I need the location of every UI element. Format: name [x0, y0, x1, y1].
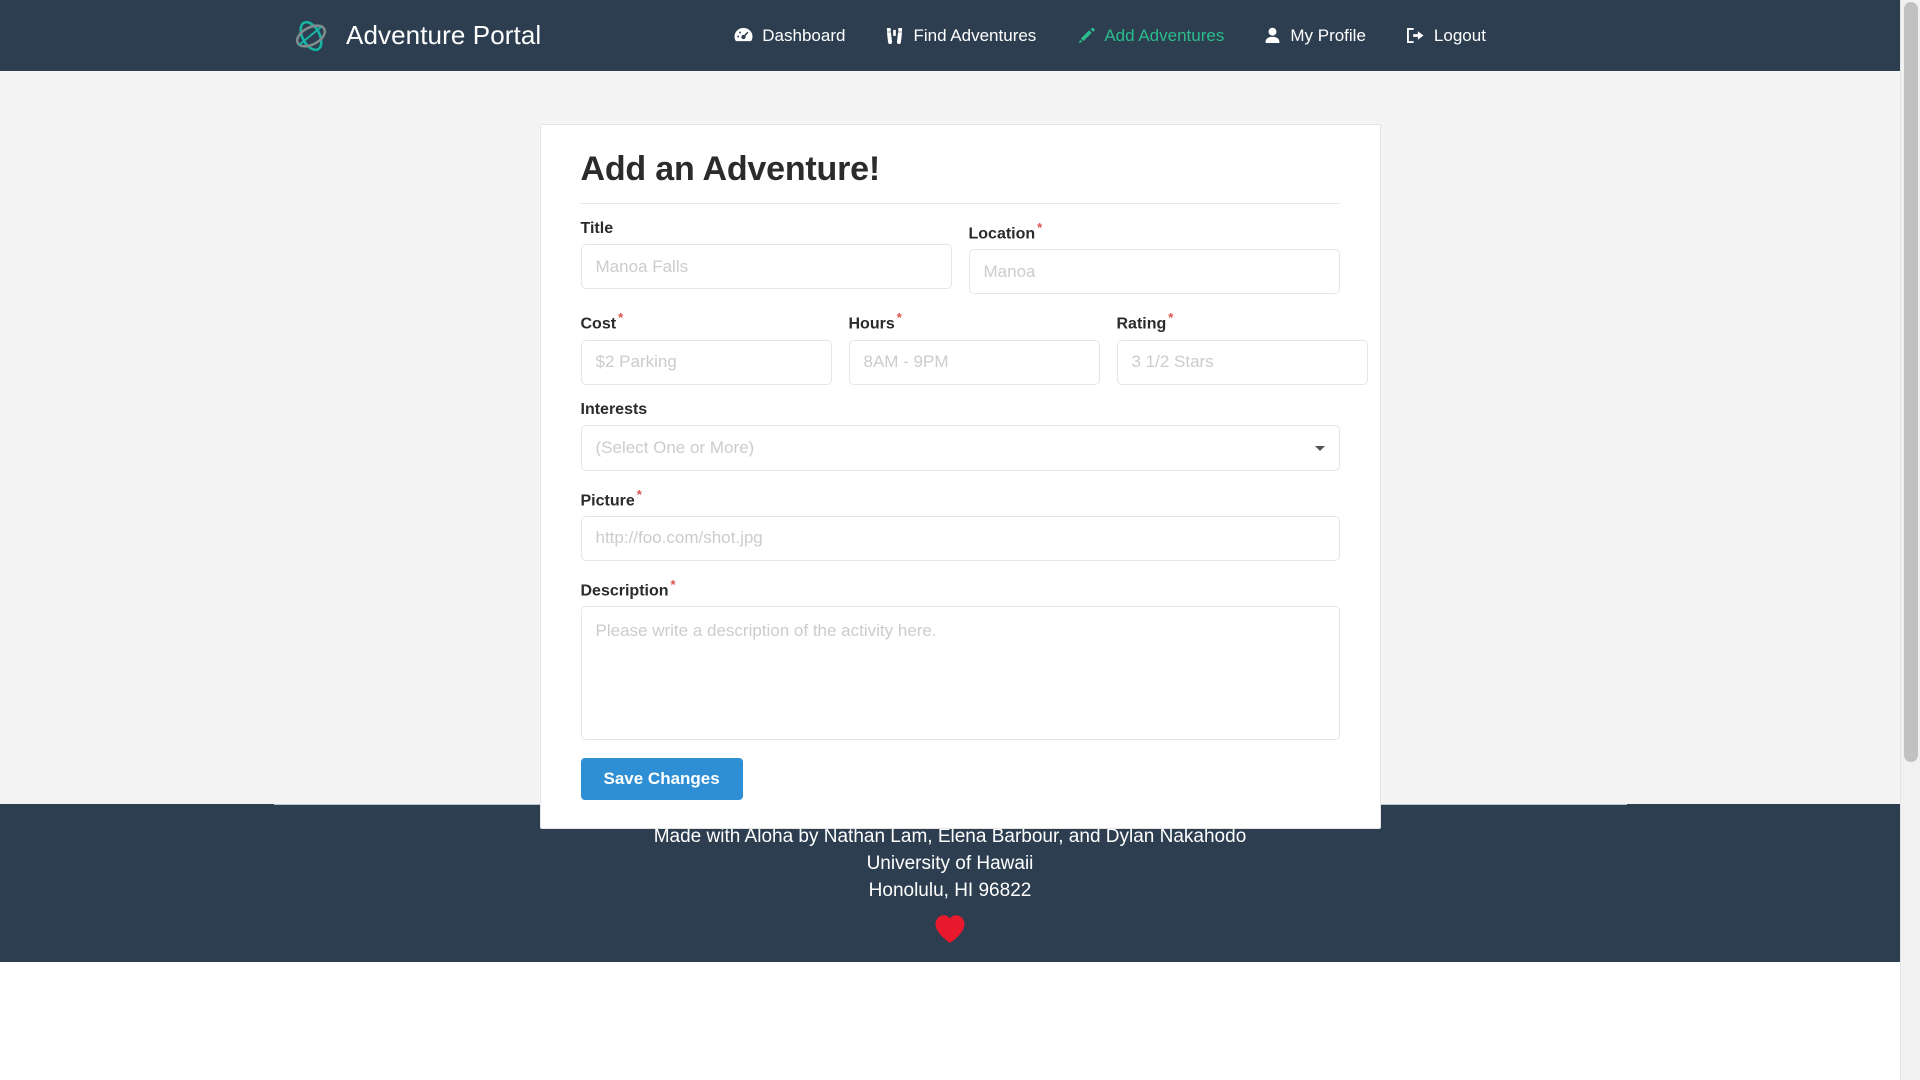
nav-item-find-adventures[interactable]: Find Adventures [865, 26, 1056, 46]
label-text: Rating [1116, 315, 1167, 333]
label-text: Picture [580, 491, 635, 509]
nav-item-label: My Profile [1290, 25, 1366, 45]
field-picture: Picture * [580, 488, 1340, 561]
nav-item-my-profile[interactable]: My Profile [1244, 26, 1386, 46]
field-title: Title [580, 221, 952, 294]
nav-item-label: Add Adventures [1104, 25, 1225, 45]
field-cost: Cost * [580, 311, 832, 385]
page-title: Add an Adventure! [580, 150, 881, 188]
field-label-interests: Interests [580, 400, 1340, 418]
top-navbar: Adventure Portal Dashboard Find Adventur… [0, 0, 1900, 71]
location-input[interactable] [968, 249, 1340, 295]
nav-item-label: Logout [1433, 25, 1486, 45]
required-asterisk: * [1037, 220, 1043, 235]
required-asterisk: * [896, 310, 902, 326]
required-asterisk: * [636, 486, 642, 502]
footer-university-line: University of Hawaii [866, 852, 1034, 874]
nav-item-dashboard[interactable]: Dashboard [714, 26, 865, 46]
picture-input[interactable] [580, 515, 1340, 561]
label-text: Description [580, 582, 669, 600]
field-label-cost: Cost * [581, 311, 832, 332]
heart-icon [274, 914, 1627, 949]
add-adventure-card: Add an Adventure! Title Location* [539, 124, 1381, 830]
tachometer-icon [734, 27, 753, 44]
orbit-atom-logo-icon [289, 14, 333, 58]
nav-links: Dashboard Find Adventures Add Adventures [714, 26, 1506, 46]
brand-name: Adventure Portal [346, 20, 542, 50]
binoculars-icon [885, 27, 904, 44]
form-row-description: Description * [580, 578, 1340, 741]
save-changes-button[interactable]: Save Changes [580, 758, 743, 801]
required-asterisk: * [618, 310, 624, 326]
label-text: Cost [580, 315, 617, 333]
label-text: Title [580, 220, 614, 237]
required-asterisk: * [670, 576, 676, 592]
title-input[interactable] [580, 244, 952, 289]
brand-link[interactable]: Adventure Portal [289, 14, 541, 58]
interests-select-placeholder: (Select One or More) [595, 437, 755, 457]
field-label-picture: Picture * [581, 488, 1340, 509]
field-hours: Hours * [848, 311, 1100, 385]
main-content: Add an Adventure! Title Location* [0, 71, 1920, 830]
field-interests: Interests (Select One or More) [580, 400, 1340, 471]
form-row-interests: Interests (Select One or More) [580, 400, 1340, 471]
user-icon [1264, 27, 1281, 44]
nav-item-label: Dashboard [762, 25, 846, 45]
field-label-location: Location * [969, 221, 1340, 242]
field-location: Location * [968, 221, 1340, 295]
description-textarea[interactable] [580, 606, 1340, 741]
nav-item-label: Find Adventures [913, 25, 1037, 45]
cost-input[interactable] [580, 339, 832, 385]
footer-address-line: Honolulu, HI 96822 [868, 879, 1032, 901]
nav-item-add-adventures[interactable]: Add Adventures [1056, 26, 1244, 46]
scrollbar-thumb[interactable] [1904, 2, 1918, 762]
field-rating: Rating * [1116, 311, 1368, 385]
field-description: Description * [580, 578, 1340, 741]
rating-input[interactable] [1116, 339, 1368, 385]
interests-select[interactable]: (Select One or More) [580, 424, 1340, 471]
pencil-icon [1076, 27, 1095, 44]
chevron-down-icon [1314, 445, 1325, 451]
required-asterisk: * [1168, 310, 1174, 326]
field-label-title: Title [581, 221, 952, 237]
field-label-rating: Rating * [1117, 311, 1368, 332]
form-row-title-location: Title Location* [580, 221, 1340, 295]
hours-input[interactable] [848, 339, 1100, 385]
add-adventure-form: Title Location* Cost* [561, 221, 1368, 801]
form-row-picture: Picture * [580, 488, 1340, 561]
page-bottom-whitespace [0, 962, 1900, 1080]
browser-viewport: Adventure Portal Dashboard Find Adventur… [0, 0, 1920, 1080]
vertical-scrollbar[interactable] [1900, 0, 1920, 1080]
label-text: Location [968, 225, 1036, 243]
title-divider [580, 203, 1340, 204]
field-label-description: Description * [581, 578, 1340, 599]
nav-item-logout[interactable]: Logout [1386, 26, 1506, 46]
label-text: Interests [580, 400, 648, 418]
field-label-hours: Hours * [849, 311, 1100, 332]
form-row-cost-hours-rating: Cost* Hours* Rating* [580, 311, 1368, 385]
sign-out-icon [1406, 27, 1425, 44]
label-text: Hours [848, 315, 895, 333]
